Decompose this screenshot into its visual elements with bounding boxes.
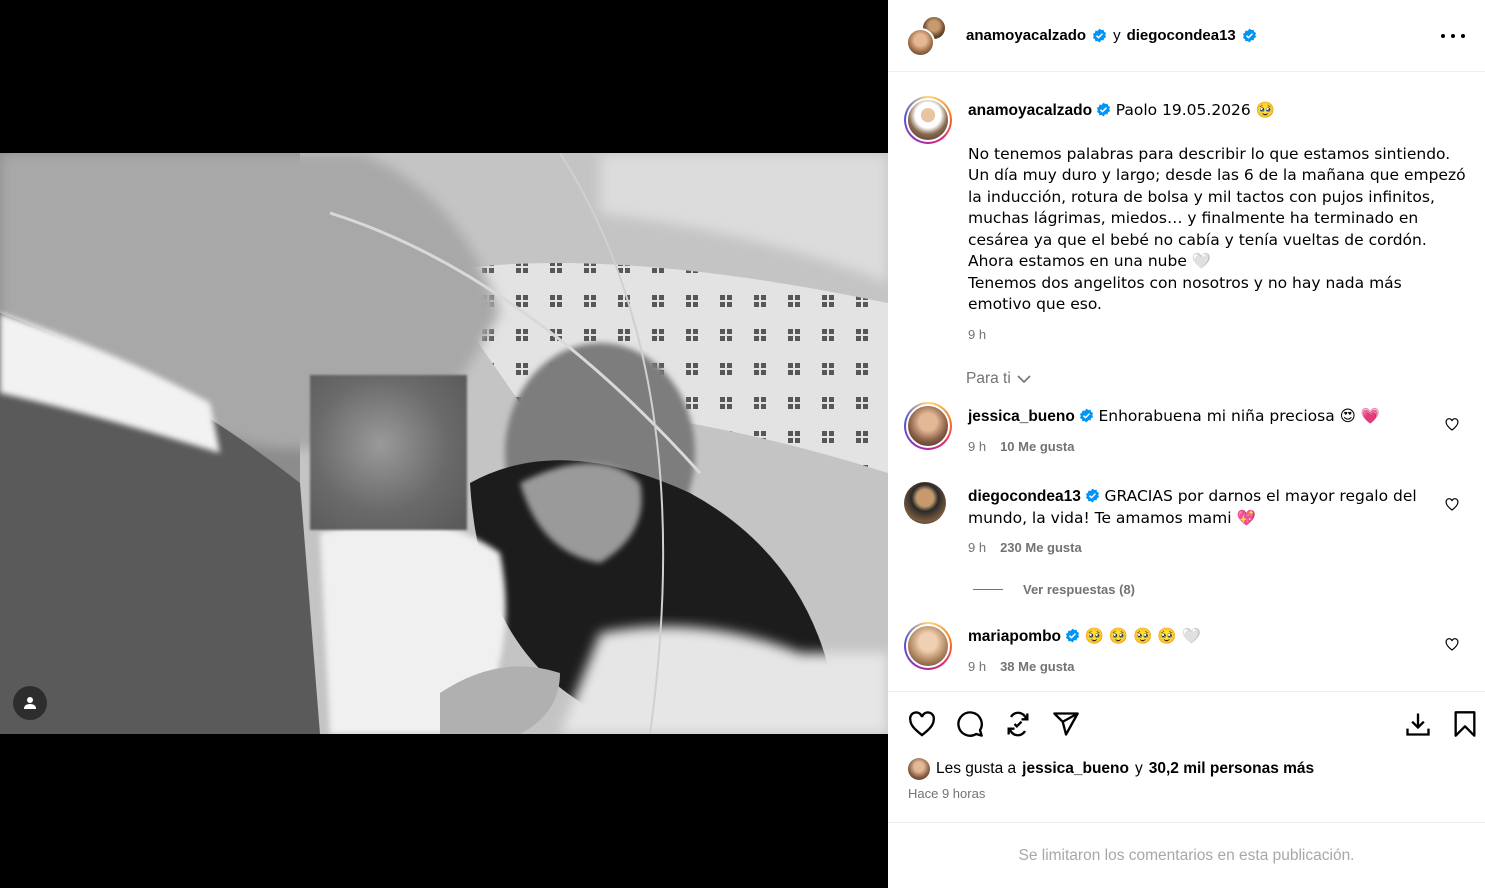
post-header: anamoyacalzado y diegocondea13	[888, 0, 1485, 72]
likes-user[interactable]: jessica_bueno	[1022, 760, 1129, 778]
avatar	[904, 482, 946, 524]
tagged-users-button[interactable]	[13, 686, 47, 720]
more-options-button[interactable]	[1441, 26, 1465, 46]
comment-avatar[interactable]	[904, 622, 952, 670]
comment-avatar[interactable]	[904, 482, 946, 524]
share-button[interactable]	[1051, 709, 1081, 739]
like-comment-heart-icon[interactable]	[1445, 498, 1459, 511]
comment-time: 9 h	[968, 540, 987, 555]
comment-item: jessica_bueno Enhorabuena mi niña precio…	[904, 402, 1469, 462]
avatar	[908, 758, 930, 780]
verified-badge-icon	[1066, 628, 1080, 643]
bookmark-icon	[1454, 711, 1476, 737]
caption-body: anamoyacalzado Paolo 19.05.2026 🥹 No ten…	[968, 100, 1468, 345]
comment-time: 9 h	[968, 658, 987, 674]
comments-limited-notice: Se limitaron los comentarios en esta pub…	[888, 822, 1485, 888]
verified-badge-icon	[1242, 28, 1256, 43]
comment-body: diegocondea13 GRACIAS por darnos el mayo…	[968, 486, 1418, 559]
avatar	[906, 624, 950, 668]
comment-likes[interactable]: 230 Me gusta	[1000, 537, 1082, 559]
like-button[interactable]	[907, 709, 937, 739]
comment-item: diegocondea13 GRACIAS por darnos el mayo…	[904, 482, 1469, 562]
comment-item: mariapombo 🥹 🥹 🥹 🥹 🤍 9 h 38 Me gusta	[904, 622, 1469, 682]
likes-connector: y	[1134, 760, 1143, 777]
send-icon	[1053, 712, 1079, 736]
dot	[1461, 34, 1465, 38]
comment-time: 9 h	[968, 438, 987, 454]
comment-button[interactable]	[955, 709, 985, 739]
caption-username[interactable]: anamoyacalzado	[968, 102, 1092, 119]
dot	[1451, 34, 1455, 38]
view-replies-button[interactable]: Ver respuestas (8)	[973, 582, 1135, 597]
author-link[interactable]: anamoyacalzado	[966, 27, 1086, 44]
comment-avatar[interactable]	[904, 402, 952, 450]
caption-avatar[interactable]	[904, 96, 952, 144]
comment-username[interactable]: diegocondea13	[968, 488, 1081, 505]
comment-body: jessica_bueno Enhorabuena mi niña precio…	[968, 406, 1418, 457]
avatar	[906, 27, 935, 57]
author-connector: y	[1113, 27, 1121, 44]
blurred-baby-face	[310, 375, 467, 530]
dot	[1441, 34, 1445, 38]
post-timestamp: Hace 9 horas	[908, 786, 986, 801]
like-comment-heart-icon[interactable]	[1445, 418, 1459, 431]
post-photo	[0, 153, 888, 734]
comment-username[interactable]: mariapombo	[968, 628, 1061, 645]
author-link[interactable]: diegocondea13	[1127, 27, 1236, 44]
collab-avatars[interactable]	[906, 14, 948, 57]
comment-icon	[957, 711, 983, 737]
heart-icon	[909, 711, 935, 737]
person-icon	[24, 697, 36, 709]
comment-username[interactable]: jessica_bueno	[968, 408, 1075, 425]
download-icon	[1406, 713, 1430, 736]
repost-button[interactable]	[1003, 709, 1033, 739]
like-comment-heart-icon[interactable]	[1445, 638, 1459, 651]
comment-body: mariapombo 🥹 🥹 🥹 🥹 🤍 9 h 38 Me gusta	[968, 626, 1418, 677]
likes-prefix: Les gusta a	[936, 760, 1017, 777]
caption-time: 9 h	[968, 326, 987, 342]
avatar	[906, 98, 950, 142]
repost-icon	[1007, 711, 1029, 737]
avatar	[906, 404, 950, 448]
comment-filter-dropdown[interactable]: Para ti	[966, 370, 1031, 388]
chevron-down-icon	[1017, 375, 1031, 384]
verified-badge-icon	[1080, 408, 1094, 423]
comment-filter-label: Para ti	[966, 370, 1011, 387]
post-sidebar: anamoyacalzado y diegocondea13 anamoyaca…	[888, 0, 1485, 888]
view-replies-label: Ver respuestas (8)	[1023, 582, 1136, 597]
caption-title: Paolo 19.05.2026 🥹	[1115, 101, 1276, 119]
verified-badge-icon	[1086, 488, 1100, 503]
comment-text: Enhorabuena mi niña preciosa 😍 💗	[1098, 407, 1381, 425]
comment-likes[interactable]: 38 Me gusta	[1000, 656, 1074, 678]
comment-likes[interactable]: 10 Me gusta	[1000, 436, 1074, 458]
post-authors: anamoyacalzado y diegocondea13	[966, 27, 1257, 44]
post-media	[0, 0, 888, 888]
caption-text: No tenemos palabras para describir lo qu…	[968, 144, 1466, 314]
download-button[interactable]	[1403, 709, 1433, 739]
verified-badge-icon	[1097, 102, 1111, 117]
save-button[interactable]	[1450, 709, 1480, 739]
likes-summary: Les gusta a jessica_bueno y 30,2 mil per…	[908, 758, 1314, 780]
likes-others[interactable]: 30,2 mil personas más	[1149, 760, 1314, 778]
verified-badge-icon	[1093, 28, 1107, 43]
comment-text: 🥹 🥹 🥹 🥹 🤍	[1084, 627, 1201, 645]
replies-divider	[973, 589, 1003, 590]
action-bar	[888, 691, 1485, 751]
